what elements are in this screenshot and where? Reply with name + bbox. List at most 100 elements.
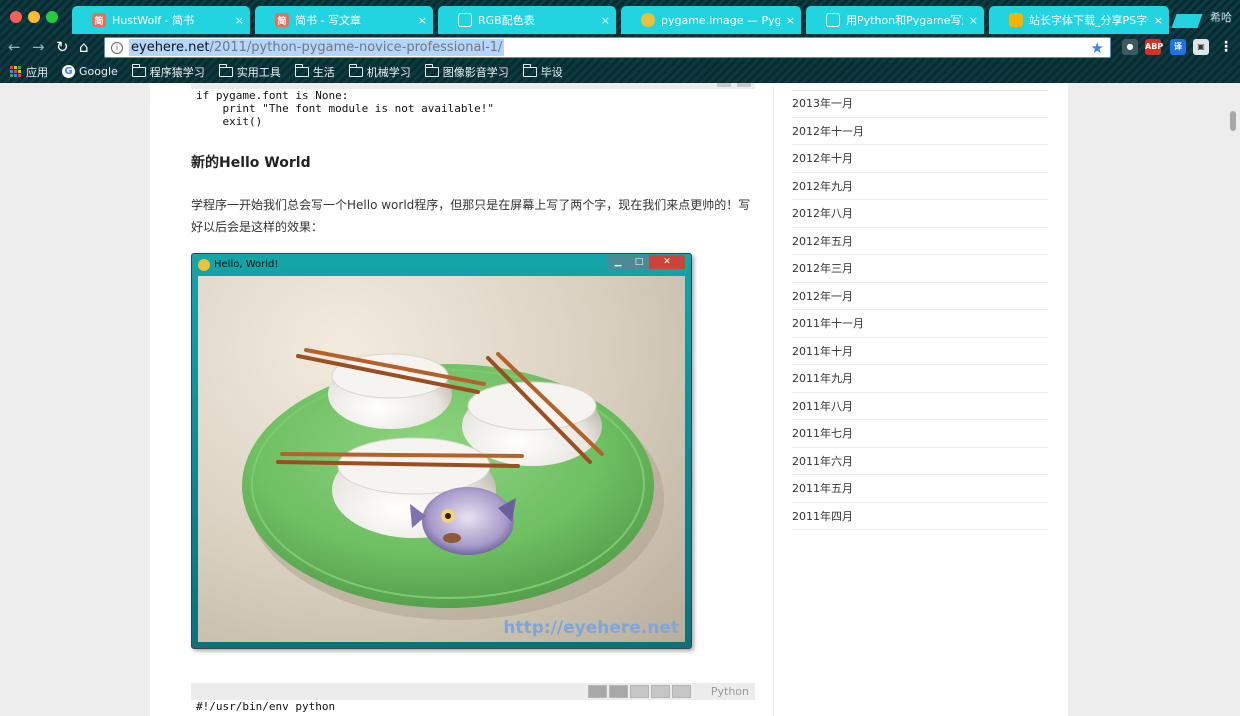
font-site-icon xyxy=(1009,13,1023,27)
translate-icon[interactable]: 译 xyxy=(1170,39,1186,55)
scene-illustration xyxy=(242,348,664,620)
tab-close-icon[interactable]: × xyxy=(235,14,244,27)
code-view-icon[interactable] xyxy=(717,83,731,87)
archive-list: 2013年一月 2012年十一月 2012年十月 2012年九月 2012年八月 2012… xyxy=(792,90,1048,530)
view-source-icon[interactable] xyxy=(588,685,607,698)
web-page: if pygame.font is None: print "The font … xyxy=(0,83,1240,716)
ghost-icon[interactable]: ● xyxy=(1122,39,1138,55)
tab-strip: 简 HustWolf - 简书 × 简 简书 - 写文章 × RGB配色表 × … xyxy=(0,0,1240,34)
info-icon[interactable]: i xyxy=(111,41,123,54)
minimize-window-button[interactable] xyxy=(28,11,40,23)
tab-title: RGB配色表 xyxy=(478,14,535,27)
reload-icon[interactable]: ↻ xyxy=(56,38,69,56)
hello-world-screenshot: Hello, World! ▁ □ ✕ http://eyehere.net xyxy=(191,253,692,649)
url-text[interactable]: eyehere.net/2011/python-pygame-novice-pr… xyxy=(129,39,505,56)
tab-close-icon[interactable]: × xyxy=(969,14,978,27)
page-scrollbar[interactable] xyxy=(1226,83,1240,716)
window-title: Hello, World! xyxy=(214,259,279,270)
article: if pygame.font is None: print "The font … xyxy=(150,83,774,716)
snake-icon xyxy=(641,13,655,27)
bookmark-google[interactable]: G Google xyxy=(62,65,118,78)
pygame-snake-icon xyxy=(198,259,210,271)
bookmark-folder-thesis[interactable]: 毕设 xyxy=(522,63,563,80)
archive-link[interactable]: 2011年六月 xyxy=(792,448,1048,475)
archive-link[interactable]: 2012年八月 xyxy=(792,200,1048,228)
copy-icon[interactable] xyxy=(651,685,670,698)
tab-python-pygame[interactable]: 用Python和Pygame写游戏- × xyxy=(806,6,984,34)
jianshu-icon: 简 xyxy=(275,13,289,27)
browser-window: 简 HustWolf - 简书 × 简 简书 - 写文章 × RGB配色表 × … xyxy=(0,0,1240,716)
bookmark-folder-life[interactable]: 生活 xyxy=(294,63,335,80)
tab-hustwolf[interactable]: 简 HustWolf - 简书 × xyxy=(72,6,250,34)
bookmarks-bar: 应用 G Google 程序猿学习 实用工具 生活 机械学习 图像影音学习 毕设 xyxy=(0,60,1240,83)
window-controls: ▁ □ ✕ xyxy=(607,255,685,269)
tab-rgb-colors[interactable]: RGB配色表 × xyxy=(438,6,616,34)
archive-link[interactable]: 2011年九月 xyxy=(792,365,1048,393)
folder-icon xyxy=(294,63,309,77)
wrap-lines-icon[interactable] xyxy=(630,685,649,698)
code-block-font-check: if pygame.font is None: print "The font … xyxy=(196,89,495,128)
window-icon[interactable]: ▣ xyxy=(1193,39,1209,55)
close-window-button[interactable] xyxy=(10,11,22,23)
section-heading: 新的Hello World xyxy=(191,155,311,171)
profile-label[interactable]: 希哈 xyxy=(1210,9,1232,25)
archive-link[interactable]: 2012年三月 xyxy=(792,255,1048,283)
maximize-icon: □ xyxy=(629,255,649,269)
archive-link[interactable]: 2012年十月 xyxy=(792,145,1048,173)
code-language-label: Python xyxy=(710,685,749,698)
plate-bowls-fish-image: http://eyehere.net xyxy=(198,276,685,642)
archive-link[interactable]: 2012年一月 xyxy=(792,283,1048,310)
tab-title: HustWolf - 简书 xyxy=(112,14,195,27)
tab-close-icon[interactable]: × xyxy=(786,14,795,27)
tab-title: 简书 - 写文章 xyxy=(295,14,361,27)
apps-grid-icon xyxy=(10,65,22,78)
scrollbar-thumb[interactable] xyxy=(1230,111,1236,131)
code-block-shebang: #!/usr/bin/env python xyxy=(196,700,336,713)
tab-title: pygame.image — Pygame v xyxy=(661,13,780,27)
tab-close-icon[interactable]: × xyxy=(1154,14,1163,27)
fullscreen-window-button[interactable] xyxy=(46,11,58,23)
tab-pygame-image[interactable]: pygame.image — Pygame v × xyxy=(621,6,801,34)
archive-link[interactable]: 2012年九月 xyxy=(792,173,1048,200)
archive-link[interactable]: 2011年八月 xyxy=(792,393,1048,420)
menu-icon[interactable]: ⋮ xyxy=(1218,39,1234,55)
archive-link[interactable]: 2012年五月 xyxy=(792,228,1048,255)
bookmark-star-icon[interactable]: ★ xyxy=(1091,39,1104,57)
folder-icon xyxy=(522,63,537,77)
tab-close-icon[interactable]: × xyxy=(601,14,610,27)
archive-link[interactable]: 2011年十一月 xyxy=(792,310,1048,338)
tab-title: 站长字体下载_分享PS字体, xyxy=(1029,14,1148,27)
address-bar[interactable]: i eyehere.net/2011/python-pygame-novice-… xyxy=(104,37,1111,58)
content-area: if pygame.font is None: print "The font … xyxy=(150,83,1068,716)
folder-icon xyxy=(424,63,439,77)
back-arrow-icon[interactable]: ← xyxy=(8,38,21,56)
home-icon[interactable]: ⌂ xyxy=(79,38,89,56)
code-brackets-icon[interactable] xyxy=(609,685,628,698)
forward-arrow-icon[interactable]: → xyxy=(32,38,45,56)
archive-link[interactable]: 2011年四月 xyxy=(792,503,1048,530)
bookmark-apps[interactable]: 应用 xyxy=(10,64,48,80)
folder-icon xyxy=(131,63,146,77)
document-icon xyxy=(826,13,840,27)
archive-link[interactable]: 2011年十月 xyxy=(792,338,1048,365)
watermark-text: http://eyehere.net xyxy=(503,618,679,638)
minimize-icon: ▁ xyxy=(607,255,629,269)
code-copy-icon[interactable] xyxy=(737,83,751,87)
tab-close-icon[interactable]: × xyxy=(418,14,427,27)
tab-fonts-download[interactable]: 站长字体下载_分享PS字体, × xyxy=(989,6,1169,34)
tab-write-article[interactable]: 简 简书 - 写文章 × xyxy=(255,6,433,34)
jianshu-icon: 简 xyxy=(92,13,106,27)
bookmark-folder-mechanical[interactable]: 机械学习 xyxy=(348,63,411,80)
new-tab-button[interactable] xyxy=(1171,14,1203,28)
archive-link[interactable]: 2012年十一月 xyxy=(792,118,1048,145)
bookmark-folder-programming[interactable]: 程序猿学习 xyxy=(131,63,205,80)
archive-link[interactable]: 2013年一月 xyxy=(792,90,1048,118)
archive-link[interactable]: 2011年五月 xyxy=(792,475,1048,503)
bookmark-folder-media[interactable]: 图像影音学习 xyxy=(424,63,509,80)
abp-icon[interactable]: ABP xyxy=(1145,39,1163,55)
open-window-icon[interactable] xyxy=(672,685,691,698)
archive-link[interactable]: 2011年七月 xyxy=(792,420,1048,448)
article-paragraph: 学程序一开始我们总会写一个Hello world程序，但那只是在屏幕上写了两个字… xyxy=(191,198,751,234)
bookmark-folder-tools[interactable]: 实用工具 xyxy=(218,63,281,80)
close-icon: ✕ xyxy=(649,255,685,269)
